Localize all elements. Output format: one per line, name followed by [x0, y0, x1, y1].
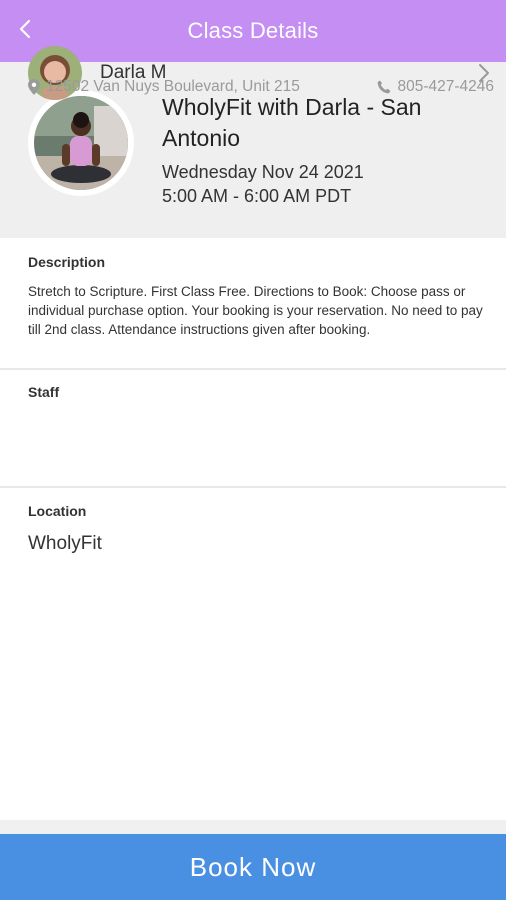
book-now-button[interactable]: Book Now [0, 834, 506, 900]
location-phone[interactable]: 805-427-4246 [377, 78, 494, 96]
phone-icon [378, 80, 391, 94]
class-time: 5:00 AM - 6:00 AM PDT [162, 186, 352, 206]
class-title: WholyFit with Darla - San Antonio [162, 94, 422, 151]
footer-spacer [0, 820, 506, 834]
back-button[interactable] [10, 14, 40, 44]
location-section: Location WholyFit [0, 489, 506, 599]
class-image [28, 90, 134, 196]
location-details: 12502 Van Nuys Boulevard, Unit 215 805-4… [28, 76, 494, 98]
description-text: Stretch to Scripture. First Class Free. … [28, 284, 483, 337]
location-label: Location [28, 503, 87, 519]
divider [0, 486, 506, 488]
staff-section: Staff [0, 370, 506, 486]
phone-text: 805-427-4246 [397, 78, 494, 95]
chevron-left-icon [19, 19, 31, 39]
map-pin-icon [28, 79, 40, 95]
staff-label: Staff [28, 384, 60, 400]
description-section: Description Stretch to Scripture. First … [0, 238, 506, 368]
location-name: WholyFit [28, 533, 102, 554]
page-title: Class Details [187, 18, 319, 43]
location-address[interactable]: 12502 Van Nuys Boulevard, Unit 215 [28, 78, 300, 96]
address-text: 12502 Van Nuys Boulevard, Unit 215 [46, 78, 300, 95]
instructor-photo [34, 96, 128, 190]
class-date: Wednesday Nov 24 2021 [162, 162, 364, 182]
description-label: Description [28, 254, 106, 270]
